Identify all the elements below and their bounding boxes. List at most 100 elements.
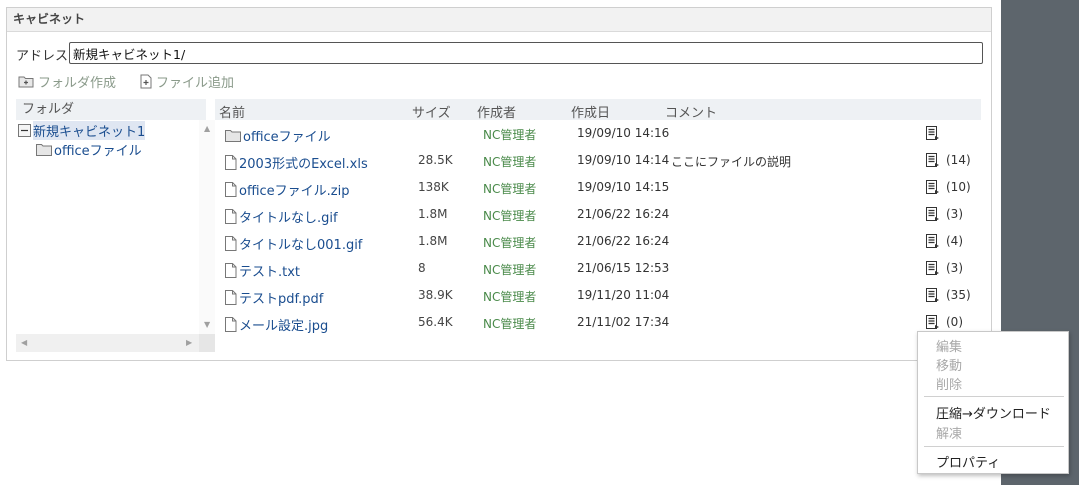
file-created: 19/09/10 14:16 <box>577 126 670 140</box>
file-owner: NC管理者 <box>483 155 537 169</box>
file-icon <box>225 317 237 332</box>
table-row[interactable]: 2003形式のExcel.xls 28.5K NC管理者 19/09/10 14… <box>215 148 981 175</box>
file-icon <box>225 236 237 251</box>
tree-vertical-scrollbar[interactable]: ▲ ▼ <box>199 120 215 334</box>
file-owner: NC管理者 <box>483 209 537 223</box>
file-comment: ここにファイルの説明 <box>671 155 792 169</box>
address-input[interactable] <box>69 42 983 64</box>
file-created: 19/09/10 14:14 <box>577 153 670 167</box>
column-name[interactable]: 名前 <box>219 102 245 121</box>
menu-divider <box>924 396 1064 397</box>
panel-title: キャビネット <box>7 8 991 32</box>
create-folder-button[interactable]: フォルダ作成 <box>18 72 116 91</box>
file-created: 19/09/10 14:15 <box>577 180 670 194</box>
file-size: 1.8M <box>418 234 448 248</box>
file-name: 2003形式のExcel.xls <box>239 157 368 172</box>
scroll-down-icon[interactable]: ▼ <box>204 321 210 329</box>
file-size: 38.9K <box>418 288 453 302</box>
file-created: 21/06/22 16:24 <box>577 234 670 248</box>
scroll-up-icon[interactable]: ▲ <box>204 125 210 133</box>
folder-tree: フォルダ 新規キャビネット1 officeファイル ▲ ▼ ◀ ▶ <box>16 99 215 352</box>
table-row[interactable]: メール設定.jpg 56.4K NC管理者 21/11/02 17:34 (0) <box>215 310 981 337</box>
folder-tree-body: 新規キャビネット1 officeファイル <box>16 120 206 334</box>
table-row[interactable]: タイトルなし001.gif 1.8M NC管理者 21/06/22 16:24 … <box>215 229 981 256</box>
column-owner[interactable]: 作成者 <box>477 102 516 121</box>
table-row[interactable]: officeファイル NC管理者 19/09/10 14:16 <box>215 121 981 148</box>
row-name[interactable]: メール設定.jpg <box>225 315 328 334</box>
table-row[interactable]: タイトルなし.gif 1.8M NC管理者 21/06/22 16:24 (3) <box>215 202 981 229</box>
scroll-left-icon[interactable]: ◀ <box>21 339 27 347</box>
table-row[interactable]: テスト.txt 8 NC管理者 21/06/15 12:53 (3) <box>215 256 981 283</box>
folder-icon <box>225 130 241 142</box>
add-file-button[interactable]: ファイル追加 <box>140 72 234 91</box>
file-owner: NC管理者 <box>483 182 537 196</box>
column-size[interactable]: サイズ <box>412 102 451 121</box>
column-comment[interactable]: コメント <box>665 102 717 121</box>
tree-horizontal-scrollbar[interactable]: ◀ ▶ <box>16 334 199 352</box>
file-name: タイトルなし.gif <box>239 211 338 226</box>
menu-item-edit: 編集 <box>936 340 963 355</box>
file-add-icon <box>140 74 152 89</box>
file-owner: NC管理者 <box>483 263 537 277</box>
menu-icon[interactable] <box>926 207 940 221</box>
row-name[interactable]: officeファイル <box>225 126 331 145</box>
row-actions: (4) <box>926 234 963 248</box>
scroll-right-icon[interactable]: ▶ <box>186 339 192 347</box>
tree-node-root[interactable]: 新規キャビネット1 <box>18 121 146 140</box>
file-size: 1.8M <box>418 207 448 221</box>
menu-item-compress-download[interactable]: 圧縮→ダウンロード <box>936 403 1051 422</box>
context-menu: 編集 移動 削除 圧縮→ダウンロード 解凍 プロパティ <box>917 331 1069 474</box>
row-count: (3) <box>946 261 963 275</box>
row-actions <box>926 126 946 140</box>
row-actions: (3) <box>926 261 963 275</box>
table-row[interactable]: officeファイル.zip 138K NC管理者 19/09/10 14:15… <box>215 175 981 202</box>
row-actions: (14) <box>926 153 971 167</box>
row-name[interactable]: 2003形式のExcel.xls <box>225 153 368 172</box>
menu-item-move: 移動 <box>936 359 963 374</box>
file-owner: NC管理者 <box>483 317 537 331</box>
row-actions: (10) <box>926 180 971 194</box>
row-count: (35) <box>946 288 971 302</box>
file-size: 8 <box>418 261 426 275</box>
file-icon <box>225 209 237 224</box>
create-folder-label: フォルダ作成 <box>38 76 117 91</box>
file-created: 21/06/15 12:53 <box>577 261 670 275</box>
tree-node-office[interactable]: officeファイル <box>36 140 142 159</box>
menu-icon[interactable] <box>926 126 940 140</box>
row-count: (3) <box>946 207 963 221</box>
row-actions: (3) <box>926 207 963 221</box>
menu-divider <box>924 446 1064 447</box>
folder-tree-header: フォルダ <box>16 99 206 120</box>
menu-icon[interactable] <box>926 315 940 329</box>
row-name[interactable]: タイトルなし001.gif <box>225 234 362 253</box>
table-row[interactable]: テストpdf.pdf 38.9K NC管理者 19/11/20 11:04 (3… <box>215 283 981 310</box>
folder-icon <box>36 144 52 156</box>
file-icon <box>225 263 237 278</box>
file-owner: NC管理者 <box>483 128 537 142</box>
file-size: 28.5K <box>418 153 453 167</box>
menu-icon[interactable] <box>926 153 940 167</box>
menu-item-extract: 解凍 <box>936 427 963 442</box>
menu-item-properties[interactable]: プロパティ <box>936 452 1000 471</box>
file-name: テスト.txt <box>239 265 301 280</box>
file-icon <box>225 155 237 170</box>
column-created[interactable]: 作成日 <box>571 102 610 121</box>
menu-icon[interactable] <box>926 234 940 248</box>
row-actions: (0) <box>926 315 963 329</box>
add-file-label: ファイル追加 <box>156 76 235 91</box>
menu-icon[interactable] <box>926 261 940 275</box>
file-owner: NC管理者 <box>483 236 537 250</box>
menu-item-delete: 削除 <box>936 378 963 393</box>
row-name[interactable]: テストpdf.pdf <box>225 288 323 307</box>
tree-node-office-label: officeファイル <box>54 144 142 159</box>
file-size: 138K <box>418 180 449 194</box>
menu-icon[interactable] <box>926 288 940 302</box>
file-list: 名前 サイズ 作成者 作成日 コメント officeファイル NC管理者 19/… <box>215 99 981 339</box>
file-owner: NC管理者 <box>483 290 537 304</box>
file-size: 56.4K <box>418 315 453 329</box>
row-name[interactable]: officeファイル.zip <box>225 180 350 199</box>
menu-icon[interactable] <box>926 180 940 194</box>
row-name[interactable]: タイトルなし.gif <box>225 207 338 226</box>
row-actions: (35) <box>926 288 971 302</box>
row-name[interactable]: テスト.txt <box>225 261 300 280</box>
